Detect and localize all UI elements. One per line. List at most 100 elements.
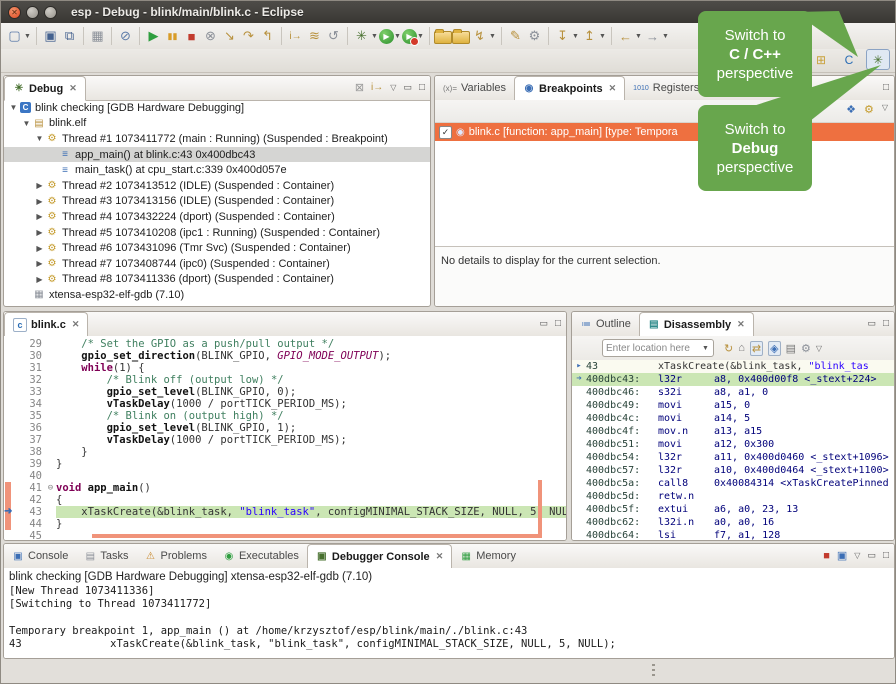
disassembly-row[interactable]: 400dbc4f:mov.na13, a15 bbox=[572, 425, 894, 438]
refresh-icon[interactable]: ↻ bbox=[724, 342, 733, 355]
sash-grip[interactable] bbox=[652, 664, 655, 678]
maximize-icon[interactable]: □ bbox=[883, 318, 889, 329]
instruction-stepping-button[interactable]: i→ bbox=[286, 27, 305, 46]
console-tab-problems[interactable]: ⚠Problems bbox=[136, 544, 214, 568]
editor-tab-blink-c[interactable]: cblink.c✕ bbox=[4, 312, 88, 337]
maximize-icon[interactable]: □ bbox=[883, 82, 889, 93]
right-tab-breakpoints[interactable]: ◉Breakpoints✕ bbox=[514, 76, 625, 101]
console-tab-memory[interactable]: ▦Memory bbox=[452, 544, 524, 568]
gears-icon[interactable]: ⚙ bbox=[801, 342, 811, 355]
code-line[interactable]: 32 /* Blink off (output low) */ bbox=[4, 374, 566, 386]
code-line[interactable]: 35 /* Blink on (output high) */ bbox=[4, 410, 566, 422]
minimize-icon[interactable]: ▭ bbox=[867, 550, 876, 561]
disassembly-row[interactable]: 400dbc49:movia15, 0 bbox=[572, 399, 894, 412]
disassembly-row[interactable]: 400dbc5d:retw.n bbox=[572, 490, 894, 503]
console-tab-console[interactable]: ▣Console bbox=[4, 544, 76, 568]
debug-tree-row[interactable]: ▼⚙Thread #1 1073411772 (main : Running) … bbox=[4, 131, 430, 147]
maximize-icon[interactable]: □ bbox=[555, 318, 561, 329]
display-console-icon[interactable]: ▣ bbox=[837, 549, 847, 562]
back-button[interactable]: ← bbox=[616, 27, 635, 46]
disassembly-row[interactable]: 400dbc54:l32ra11, 0x400d0460 <_stext+109… bbox=[572, 451, 894, 464]
disassembly-row[interactable]: 400dbc5a:call80x40084314 <xTaskCreatePin… bbox=[572, 477, 894, 490]
disassembly-row[interactable]: 400dbc46:s32ia8, a1, 0 bbox=[572, 386, 894, 399]
run-button-dropdown[interactable]: ▼ bbox=[394, 33, 402, 40]
cpp-perspective-button[interactable]: C bbox=[838, 50, 860, 69]
link-frame-icon[interactable]: ❖ bbox=[846, 103, 856, 116]
tree-expander-icon[interactable]: ▼ bbox=[8, 103, 19, 112]
drop-to-frame-button[interactable]: ↺ bbox=[324, 27, 343, 46]
code-line[interactable]: 30 gpio_set_direction(BLINK_GPIO, GPIO_M… bbox=[4, 350, 566, 362]
tree-expander-icon[interactable]: ▶ bbox=[34, 212, 45, 221]
combo-dropdown-icon[interactable]: ▼ bbox=[702, 345, 710, 352]
maximize-icon[interactable]: □ bbox=[883, 550, 889, 561]
disassembly-row[interactable]: 400dbc51:movia12, 0x300 bbox=[572, 438, 894, 451]
bp-settings-icon[interactable]: ⚙ bbox=[864, 103, 874, 116]
disassembly-listing[interactable]: ▸43xTaskCreate(&blink_task, "blink_tas➜4… bbox=[572, 360, 894, 540]
previous-annotation-button-dropdown[interactable]: ▼ bbox=[599, 33, 607, 40]
step-return-button[interactable]: ↰ bbox=[258, 27, 277, 46]
minimize-icon[interactable]: ▭ bbox=[867, 318, 876, 329]
code-line[interactable]: 31 while(1) { bbox=[4, 362, 566, 374]
build-button[interactable]: ▦ bbox=[88, 27, 107, 46]
disconnect-button[interactable]: ⊗ bbox=[201, 27, 220, 46]
debug-perspective-button[interactable]: ✳ bbox=[866, 49, 890, 70]
location-combo[interactable]: Enter location here ▼ bbox=[602, 339, 714, 357]
close-tab-icon[interactable]: ✕ bbox=[72, 319, 80, 330]
open-perspective-button[interactable]: ⊞ bbox=[810, 50, 832, 69]
view-menu-icon[interactable]: ▽ bbox=[882, 103, 888, 116]
use-step-filters-button[interactable]: ≋ bbox=[305, 27, 324, 46]
step-into-button[interactable]: ↘ bbox=[220, 27, 239, 46]
new-project-button[interactable] bbox=[434, 31, 452, 44]
close-tab-icon[interactable]: ✕ bbox=[436, 551, 444, 562]
suspend-button[interactable]: ▮▮ bbox=[163, 27, 182, 46]
view-menu-icon[interactable]: ▽ bbox=[854, 551, 860, 560]
breakpoint-row[interactable]: ✓ ◉ blink.c [function: app_main] [type: … bbox=[435, 123, 894, 141]
disassembly-tab-disassembly[interactable]: ▤Disassembly✕ bbox=[639, 312, 754, 337]
minimize-icon[interactable]: ▭ bbox=[403, 82, 412, 93]
console-tab-executables[interactable]: ◉Executables bbox=[215, 544, 307, 568]
new-wizard-button-dropdown[interactable]: ▼ bbox=[24, 33, 32, 40]
right-tab-variables[interactable]: (x)=Variables bbox=[435, 76, 514, 100]
new-wizard-button[interactable]: ▢ bbox=[5, 27, 24, 46]
new-view-icon[interactable]: ▤ bbox=[786, 342, 796, 355]
tree-expander-icon[interactable]: ▶ bbox=[34, 259, 45, 268]
code-line[interactable]: 29 /* Set the GPIO as a push/pull output… bbox=[4, 338, 566, 350]
show-source-icon[interactable]: ◈ bbox=[768, 341, 780, 356]
code-line[interactable]: 36 gpio_set_level(BLINK_GPIO, 1); bbox=[4, 422, 566, 434]
debug-button-dropdown[interactable]: ▼ bbox=[371, 33, 379, 40]
console-tab-tasks[interactable]: ▤Tasks bbox=[76, 544, 136, 568]
code-line[interactable]: 43 xTaskCreate(&blink_task, "blink_task"… bbox=[4, 506, 566, 518]
next-annotation-button-dropdown[interactable]: ▼ bbox=[572, 33, 580, 40]
view-menu-icon[interactable]: ▽ bbox=[390, 83, 396, 92]
debug-tree-row[interactable]: ▶⚙Thread #2 1073413512 (IDLE) (Suspended… bbox=[4, 178, 430, 194]
minimize-window-button[interactable] bbox=[26, 6, 39, 19]
disassembly-row[interactable]: 400dbc5f:extuia6, a0, 23, 13 bbox=[572, 503, 894, 516]
right-tab-registers[interactable]: 1010Registers bbox=[625, 76, 707, 100]
forward-button-dropdown[interactable]: ▼ bbox=[662, 33, 670, 40]
step-over-button[interactable]: ↷ bbox=[239, 27, 258, 46]
close-tab-icon[interactable]: ✕ bbox=[609, 83, 617, 94]
maximize-window-button[interactable] bbox=[44, 6, 57, 19]
launch-button-dropdown[interactable]: ▼ bbox=[489, 33, 497, 40]
disassembly-source-row[interactable]: ▸43xTaskCreate(&blink_task, "blink_tas bbox=[572, 360, 894, 373]
debug-tree-row[interactable]: ≡app_main() at blink.c:43 0x400dbc43 bbox=[4, 147, 430, 163]
back-button-dropdown[interactable]: ▼ bbox=[635, 33, 643, 40]
maximize-icon[interactable]: □ bbox=[419, 82, 425, 93]
tree-expander-icon[interactable]: ▶ bbox=[34, 244, 45, 253]
external-tools-button[interactable]: ▶ bbox=[402, 29, 417, 44]
disassembly-row[interactable]: 400dbc57:l32ra10, 0x400d0464 <_stext+110… bbox=[572, 464, 894, 477]
build-settings-button[interactable]: ⚙ bbox=[525, 27, 544, 46]
debug-tree-row[interactable]: ▦xtensa-esp32-elf-gdb (7.10) bbox=[4, 287, 430, 303]
disassembly-row[interactable]: ➜400dbc43:l32ra8, 0x400d00f8 <_stext+224… bbox=[572, 373, 894, 386]
code-editor[interactable]: 29 /* Set the GPIO as a push/pull output… bbox=[4, 336, 566, 540]
breakpoint-checkbox[interactable]: ✓ bbox=[439, 126, 452, 139]
disassembly-row[interactable]: 400dbc4c:movia14, 5 bbox=[572, 412, 894, 425]
debug-tree-row[interactable]: ▼Cblink checking [GDB Hardware Debugging… bbox=[4, 100, 430, 116]
next-annotation-button[interactable]: ↧ bbox=[553, 27, 572, 46]
close-tab-icon[interactable]: ✕ bbox=[737, 319, 745, 330]
debug-button[interactable]: ✳ bbox=[352, 27, 371, 46]
run-button[interactable]: ▶ bbox=[379, 29, 394, 44]
close-tab-icon[interactable]: ✕ bbox=[69, 83, 77, 94]
tree-expander-icon[interactable]: ▶ bbox=[34, 181, 45, 190]
debug-tree-row[interactable]: ▶⚙Thread #3 1073413156 (IDLE) (Suspended… bbox=[4, 194, 430, 210]
